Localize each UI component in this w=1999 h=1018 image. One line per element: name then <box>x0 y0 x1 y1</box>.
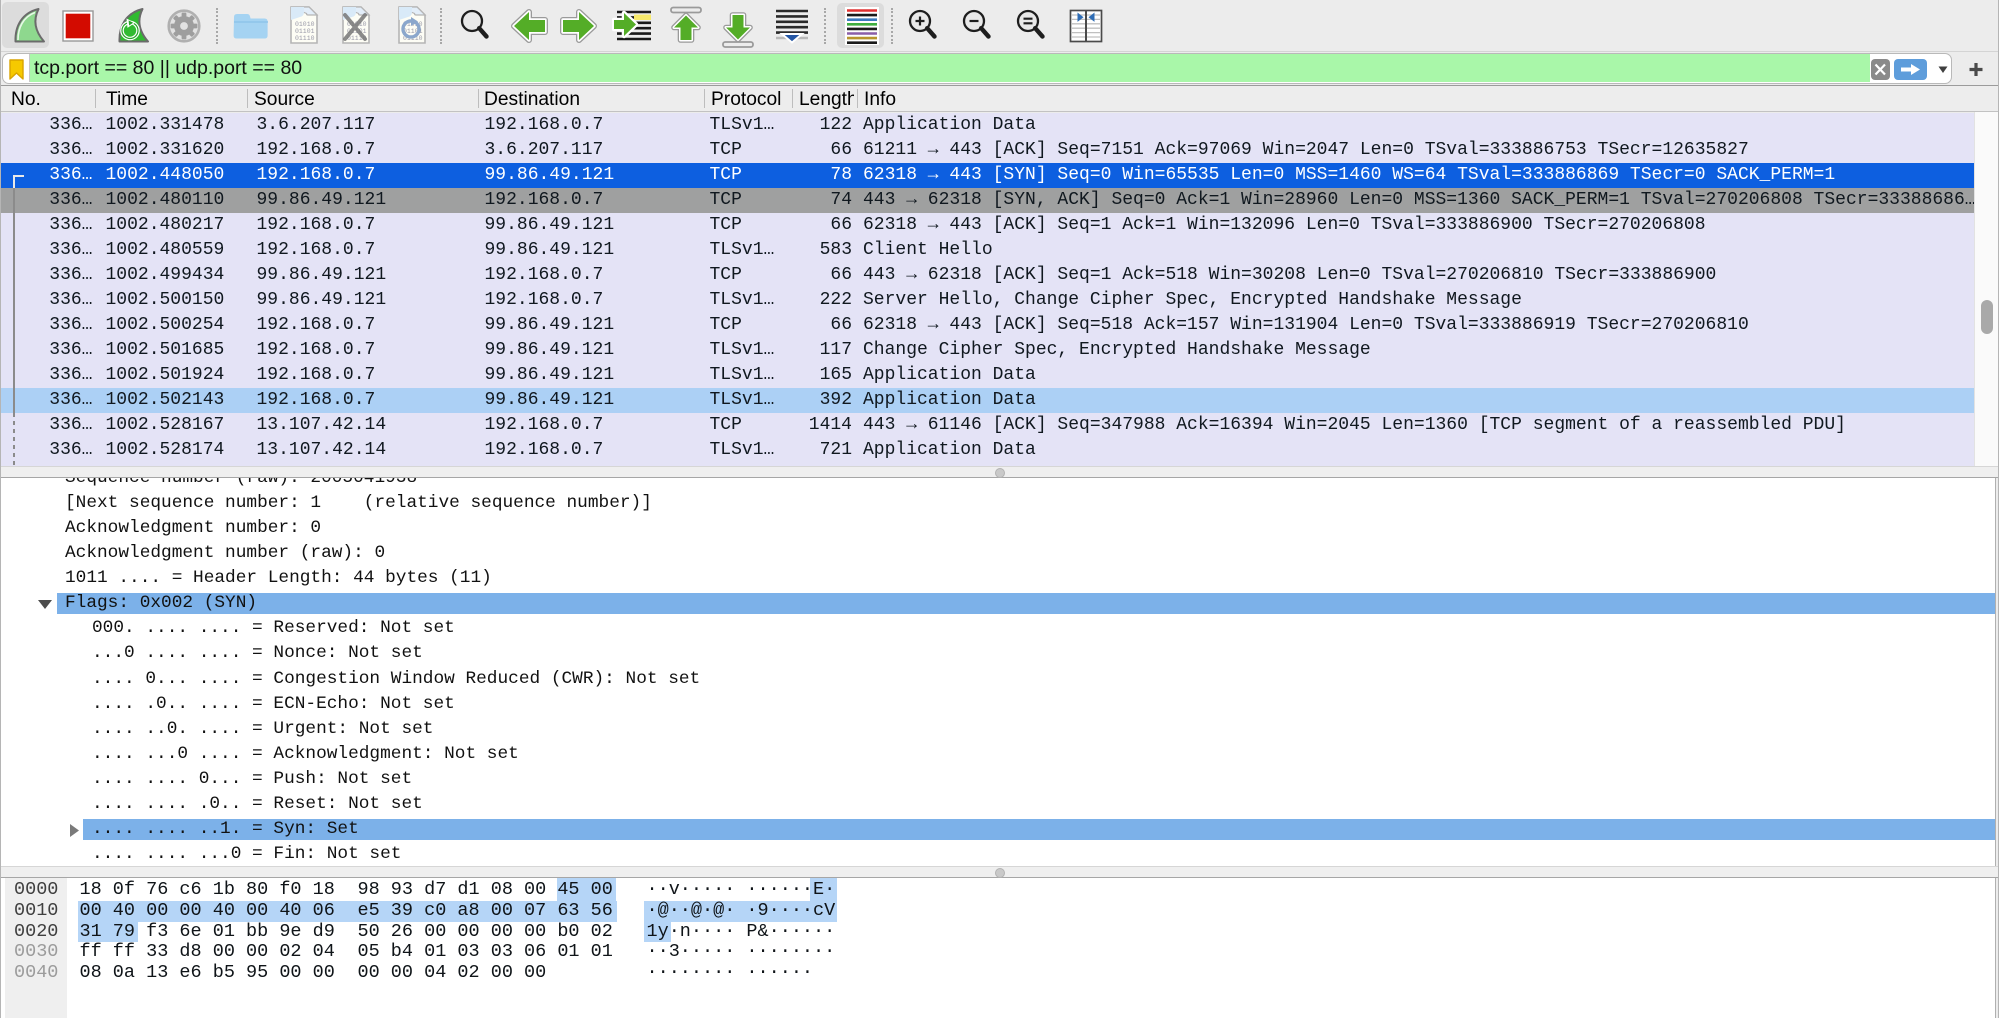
svg-text:01010: 01010 <box>295 21 315 28</box>
svg-text:01110: 01110 <box>295 35 315 42</box>
svg-text:01101: 01101 <box>295 28 315 35</box>
